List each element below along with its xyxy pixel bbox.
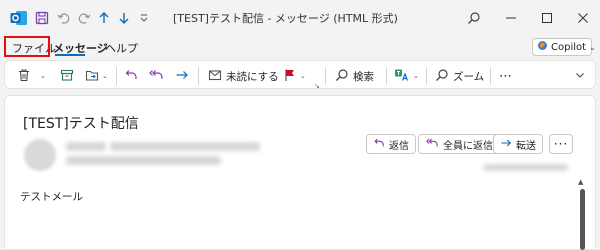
redo-icon[interactable]: [76, 10, 92, 26]
flag-icon: [283, 68, 297, 85]
maximize-button[interactable]: [536, 7, 558, 29]
chevron-down-icon: ⌄: [40, 72, 46, 80]
window-title: [TEST]テスト配信 - メッセージ (HTML 形式): [173, 12, 398, 25]
copilot-icon: [537, 40, 548, 54]
close-button[interactable]: [572, 7, 594, 29]
forward-icon: [175, 68, 189, 85]
copilot-button[interactable]: Copilot ⌄: [532, 38, 596, 56]
delete-options-dropdown[interactable]: ⌄: [37, 67, 46, 85]
reply-all-icon: [148, 68, 164, 85]
minimize-button[interactable]: [500, 7, 522, 29]
mark-unread-button[interactable]: 未読にする: [208, 67, 279, 85]
undo-icon[interactable]: [56, 10, 72, 26]
ribbon-separator: [490, 67, 491, 85]
reply-button[interactable]: 返信: [366, 134, 416, 154]
more-icon: ···: [553, 137, 569, 151]
search-icon: [335, 68, 349, 85]
forward-ribbon-button[interactable]: [175, 67, 189, 85]
menu-bar: ファイル メッセージ ヘルプ: [0, 36, 600, 58]
message-body: テストメール: [20, 191, 83, 203]
translate-button[interactable]: ⌄: [394, 67, 419, 85]
arrow-up-icon[interactable]: [96, 10, 112, 26]
chevron-down-icon: [575, 70, 585, 83]
ribbon-collapse-button[interactable]: [575, 67, 585, 85]
customize-quick-access-icon[interactable]: [136, 10, 152, 26]
reply-label: 返信: [389, 140, 409, 152]
move-button[interactable]: ⌄: [85, 67, 108, 85]
save-icon[interactable]: [34, 10, 50, 26]
more-icon: ⋯: [499, 68, 513, 84]
menu-help[interactable]: ヘルプ: [105, 40, 138, 56]
trash-icon: [17, 68, 31, 85]
recipient-blurred: [66, 156, 221, 165]
reply-ribbon-button[interactable]: [124, 67, 138, 85]
scroll-up-icon[interactable]: ▲: [578, 178, 583, 186]
forward-button[interactable]: 転送: [493, 134, 543, 154]
delete-button[interactable]: [17, 67, 31, 85]
more-commands-button[interactable]: ⋯: [499, 67, 513, 85]
zoom-icon: [435, 68, 449, 85]
flag-button[interactable]: ⌄: [283, 67, 306, 85]
reply-icon: [124, 68, 138, 85]
envelope-icon: [208, 68, 222, 85]
reply-all-icon: [425, 137, 439, 152]
move-to-folder-icon: [85, 68, 99, 85]
archive-button[interactable]: [60, 67, 74, 85]
chevron-down-icon: ⌄: [589, 42, 596, 52]
ribbon-toolbar: ⌄ ⌄ 未読にする ⌄ 検索 ⌄ ズーム ⋯: [4, 60, 596, 89]
scrollbar-thumb[interactable]: [580, 189, 585, 250]
ribbon-separator: [426, 67, 427, 85]
translate-icon: [394, 68, 410, 85]
active-tab-indicator: [55, 54, 85, 56]
mark-unread-label: 未読にする: [226, 70, 279, 83]
title-bar: [TEST]テスト配信 - メッセージ (HTML 形式): [0, 0, 600, 36]
date-blurred: [483, 164, 568, 171]
reply-all-button[interactable]: 全員に返信: [418, 134, 500, 154]
sender-avatar: [24, 139, 56, 171]
sender-address-blurred: [110, 142, 260, 151]
message-subject: [TEST]テスト配信: [23, 116, 139, 132]
more-actions-button[interactable]: ···: [549, 134, 573, 154]
file-highlight-box: [4, 36, 50, 57]
chevron-down-icon: ⌄: [102, 72, 108, 80]
reply-all-label: 全員に返信: [443, 140, 493, 152]
chevron-down-icon: ⌄: [413, 72, 419, 80]
copilot-label: Copilot: [551, 41, 587, 53]
arrow-down-icon[interactable]: [116, 10, 132, 26]
ribbon-separator: [386, 67, 387, 85]
search-icon[interactable]: [463, 7, 485, 29]
forward-icon: [500, 137, 512, 152]
reply-all-ribbon-button[interactable]: [148, 67, 164, 85]
outlook-app-icon: [10, 9, 28, 27]
search-label: 検索: [353, 70, 374, 83]
zoom-label: ズーム: [453, 70, 485, 83]
zoom-button[interactable]: ズーム: [435, 67, 484, 85]
search-ribbon-button[interactable]: 検索: [335, 67, 374, 85]
reply-icon: [373, 137, 385, 152]
chevron-down-icon: ⌄: [300, 72, 306, 80]
ribbon-separator: [325, 67, 326, 85]
sender-name-blurred: [66, 142, 106, 151]
ribbon-separator: [116, 67, 117, 85]
forward-label: 転送: [516, 140, 536, 152]
group-launcher-icon[interactable]: ↘: [314, 82, 320, 90]
archive-icon: [60, 68, 74, 85]
ribbon-separator: [198, 67, 199, 85]
